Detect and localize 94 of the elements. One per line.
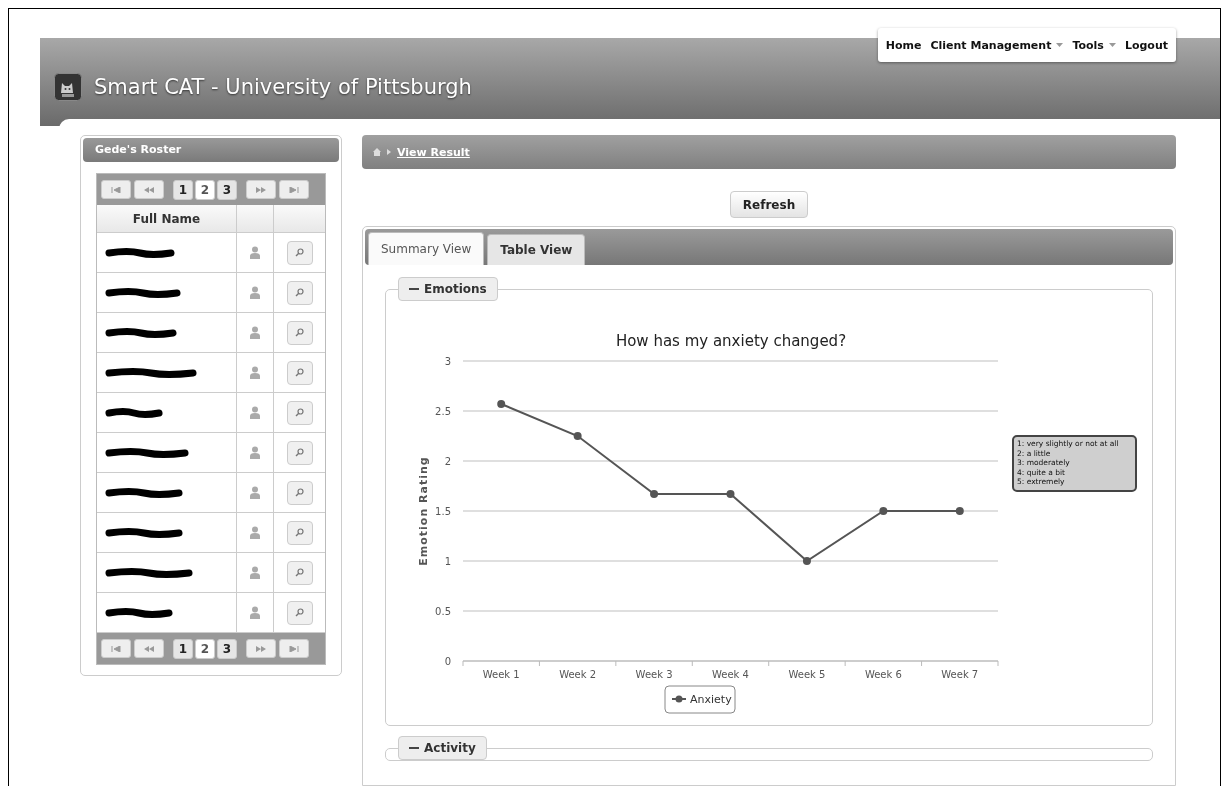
page-number-button[interactable]: 2 bbox=[195, 179, 215, 200]
last-page-button[interactable] bbox=[279, 639, 309, 658]
person-icon bbox=[250, 366, 260, 379]
person-icon bbox=[250, 486, 260, 499]
search-icon bbox=[295, 288, 304, 297]
y-tick-label: 0.5 bbox=[435, 606, 451, 617]
next-page-button[interactable] bbox=[246, 180, 276, 199]
legend-item[interactable]: Anxiety bbox=[664, 685, 736, 714]
fast-forward-icon bbox=[256, 645, 266, 652]
search-button[interactable] bbox=[286, 480, 313, 505]
first-page-button[interactable] bbox=[101, 639, 131, 658]
cat-logo-icon bbox=[54, 73, 82, 101]
search-button[interactable] bbox=[286, 400, 313, 425]
nav-link[interactable]: Client Management bbox=[930, 38, 1064, 52]
panel-title: Gede's Roster bbox=[83, 138, 339, 162]
y-tick-label: 0 bbox=[444, 656, 451, 667]
search-icon bbox=[295, 408, 304, 417]
x-tick-label: Week 5 bbox=[788, 669, 826, 680]
page-number-button[interactable]: 1 bbox=[173, 179, 193, 200]
rewind-icon bbox=[144, 186, 154, 193]
search-button[interactable] bbox=[286, 560, 313, 585]
data-point bbox=[573, 432, 582, 440]
person-icon bbox=[250, 446, 260, 459]
first-page-icon bbox=[111, 645, 121, 652]
section-toggle[interactable]: Emotions bbox=[398, 277, 498, 301]
search-icon bbox=[295, 568, 304, 577]
search-icon bbox=[295, 248, 304, 257]
y-tick-label: 1.5 bbox=[435, 506, 451, 517]
section-toggle[interactable]: Activity bbox=[398, 736, 487, 760]
previous-page-button[interactable] bbox=[134, 180, 164, 199]
x-tick-label: Week 4 bbox=[712, 669, 749, 680]
data-point bbox=[497, 400, 506, 408]
nav-link[interactable]: Tools bbox=[1072, 38, 1116, 52]
person-icon bbox=[250, 406, 260, 419]
search-icon bbox=[295, 528, 304, 537]
person-icon bbox=[250, 526, 260, 539]
person-icon bbox=[250, 246, 260, 259]
tab[interactable]: Table View bbox=[487, 234, 586, 265]
y-tick-label: 3 bbox=[444, 356, 451, 367]
search-icon bbox=[295, 488, 304, 497]
first-page-button[interactable] bbox=[101, 180, 131, 199]
search-button[interactable] bbox=[286, 360, 313, 385]
page-number-button[interactable]: 3 bbox=[217, 179, 237, 200]
person-icon bbox=[250, 286, 260, 299]
nav-link[interactable]: Home bbox=[885, 38, 922, 52]
legend-label: Anxiety bbox=[690, 693, 733, 706]
search-icon bbox=[295, 328, 304, 337]
y-axis-label: Emotion Rating bbox=[417, 456, 430, 566]
x-tick-label: Week 1 bbox=[482, 669, 520, 680]
page-number-button[interactable]: 3 bbox=[217, 638, 237, 659]
last-page-button[interactable] bbox=[279, 180, 309, 199]
search-button[interactable] bbox=[286, 320, 313, 345]
chart-title: How has my anxiety changed? bbox=[615, 332, 847, 350]
app-title: Smart CAT - University of Pittsburgh bbox=[94, 75, 472, 99]
nav-link[interactable]: Logout bbox=[1124, 38, 1168, 52]
tab[interactable]: Summary View bbox=[368, 232, 485, 265]
data-point bbox=[879, 507, 888, 515]
refresh-button[interactable]: Refresh bbox=[729, 191, 809, 218]
first-page-icon bbox=[111, 186, 121, 193]
search-button[interactable] bbox=[286, 520, 313, 545]
search-button[interactable] bbox=[286, 240, 313, 265]
x-tick-label: Week 6 bbox=[864, 669, 902, 680]
next-page-button[interactable] bbox=[246, 639, 276, 658]
x-tick-label: Week 3 bbox=[635, 669, 673, 680]
search-button[interactable] bbox=[286, 440, 313, 465]
x-tick-label: Week 7 bbox=[941, 669, 979, 680]
caret-icon bbox=[1056, 43, 1064, 47]
caret-icon bbox=[1108, 43, 1116, 47]
page-number-button[interactable]: 2 bbox=[195, 638, 215, 659]
page-number-button[interactable]: 1 bbox=[173, 638, 193, 659]
person-icon bbox=[250, 326, 260, 339]
data-point bbox=[650, 490, 659, 498]
search-icon bbox=[295, 368, 304, 377]
search-icon bbox=[295, 448, 304, 457]
y-tick-label: 1 bbox=[444, 556, 451, 567]
last-page-icon bbox=[289, 186, 299, 193]
chevron-icon bbox=[387, 149, 391, 155]
column-header: Full Name bbox=[97, 205, 237, 232]
rewind-icon bbox=[144, 645, 154, 652]
data-point bbox=[955, 507, 964, 515]
last-page-icon bbox=[289, 645, 299, 652]
search-button[interactable] bbox=[286, 280, 313, 305]
y-tick-label: 2 bbox=[444, 456, 451, 467]
person-icon bbox=[250, 566, 260, 579]
person-icon bbox=[250, 606, 260, 619]
previous-page-button[interactable] bbox=[134, 639, 164, 658]
data-point bbox=[802, 557, 811, 565]
fast-forward-icon bbox=[256, 186, 266, 193]
home-icon bbox=[373, 148, 381, 156]
search-button[interactable] bbox=[286, 600, 313, 625]
y-tick-label: 2.5 bbox=[435, 406, 451, 417]
search-icon bbox=[295, 608, 304, 617]
data-point bbox=[726, 490, 735, 498]
x-tick-label: Week 2 bbox=[559, 669, 597, 680]
